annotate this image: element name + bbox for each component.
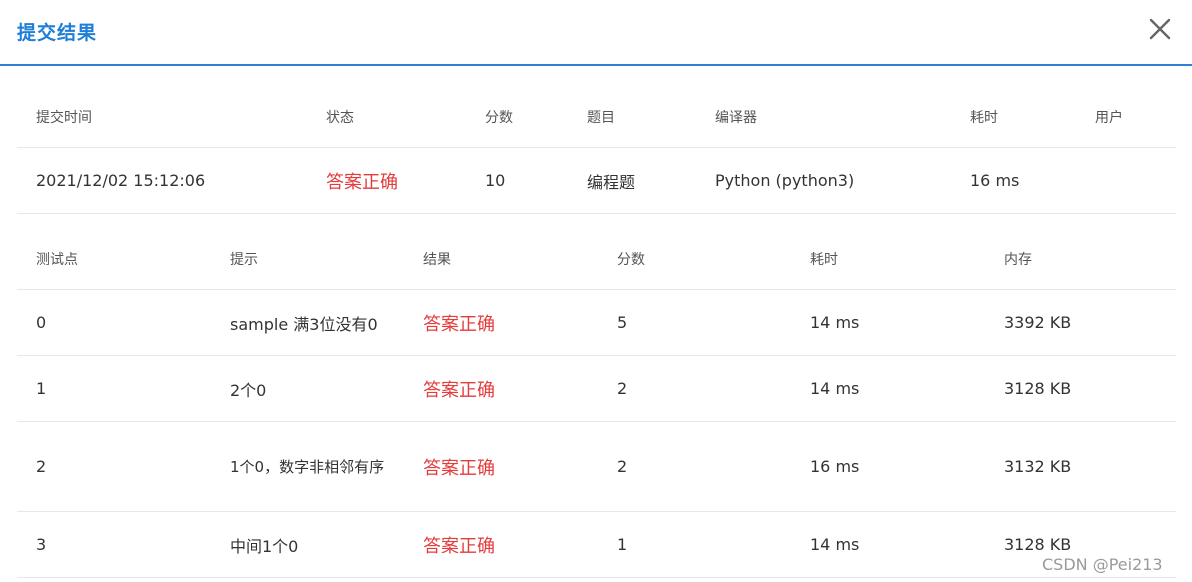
header-result: 结果 (423, 251, 451, 268)
case-id: 2 (36, 457, 47, 476)
submit-status[interactable]: 答案正确 (326, 148, 398, 213)
header-user: 用户 (1095, 109, 1123, 126)
header-problem: 题目 (587, 109, 615, 126)
header-case-score: 分数 (617, 251, 645, 268)
case-memory: 3392 KB (1004, 313, 1072, 332)
close-button[interactable] (1146, 15, 1174, 43)
table-row: 0 sample 满3位没有0 答案正确 5 14 ms 3392 KB (17, 290, 1176, 356)
case-id: 0 (36, 313, 47, 332)
header-compiler: 编译器 (715, 109, 757, 126)
case-result[interactable]: 答案正确 (423, 290, 495, 355)
case-hint: sample 满3位没有0 (230, 314, 378, 334)
case-id: 3 (36, 535, 47, 554)
submit-problem: 编程题 (587, 172, 636, 192)
case-score: 2 (617, 379, 628, 398)
header-submit-time: 提交时间 (36, 109, 92, 126)
header-hint: 提示 (230, 251, 258, 268)
case-hint: 中间1个0 (230, 536, 299, 556)
table-row: 1 2个0 答案正确 2 14 ms 3128 KB (17, 356, 1176, 422)
submission-header-row: 提交时间 状态 分数 题目 编译器 耗时 用户 (17, 86, 1176, 148)
case-score: 1 (617, 535, 628, 554)
submit-score: 10 (485, 171, 506, 190)
submission-row: 2021/12/02 15:12:06 答案正确 10 编程题 Python (… (17, 148, 1176, 214)
submit-time: 2021/12/02 15:12:06 (36, 171, 206, 190)
case-elapsed: 14 ms (810, 313, 860, 332)
close-icon (1149, 18, 1171, 40)
case-result[interactable]: 答案正确 (423, 512, 495, 577)
case-id: 1 (36, 379, 47, 398)
submit-elapsed: 16 ms (970, 171, 1020, 190)
case-memory: 3132 KB (1004, 457, 1072, 476)
table-row: 2 1个0，数字非相邻有序 答案正确 2 16 ms 3132 KB (17, 422, 1176, 512)
table-row: 3 中间1个0 答案正确 1 14 ms 3128 KB (17, 512, 1176, 578)
case-score: 5 (617, 313, 628, 332)
header-elapsed: 耗时 (970, 109, 998, 126)
case-result[interactable]: 答案正确 (423, 422, 495, 511)
header-memory: 内存 (1004, 251, 1032, 268)
watermark: CSDN @Pei213 (1042, 555, 1163, 574)
dialog-title: 提交结果 (17, 22, 98, 44)
case-hint: 2个0 (230, 380, 267, 400)
header-status: 状态 (326, 109, 354, 126)
testcase-header-row: 测试点 提示 结果 分数 耗时 内存 (17, 228, 1176, 290)
dialog-header: 提交结果 (0, 0, 1192, 66)
header-score: 分数 (485, 109, 513, 126)
case-result[interactable]: 答案正确 (423, 356, 495, 421)
case-elapsed: 14 ms (810, 379, 860, 398)
submit-compiler: Python (python3) (715, 171, 855, 190)
case-memory: 3128 KB (1004, 379, 1072, 398)
case-score: 2 (617, 457, 628, 476)
case-elapsed: 14 ms (810, 535, 860, 554)
case-hint: 1个0，数字非相邻有序 (230, 457, 385, 476)
header-case: 测试点 (36, 251, 78, 268)
header-case-elapsed: 耗时 (810, 251, 838, 268)
case-elapsed: 16 ms (810, 457, 860, 476)
